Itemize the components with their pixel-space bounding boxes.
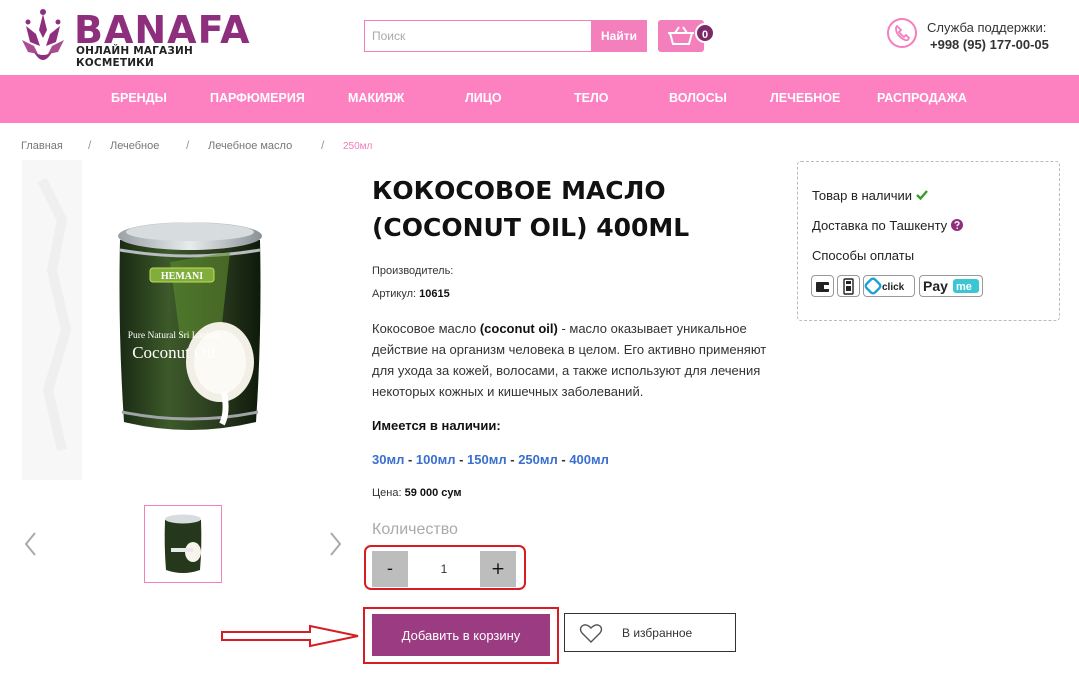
size-option[interactable]: 400мл	[569, 452, 609, 467]
breadcrumb-home[interactable]: Главная	[21, 140, 63, 152]
add-to-cart-button[interactable]: Добавить в корзину	[372, 614, 550, 656]
breadcrumb-separator: /	[186, 138, 190, 152]
nav-item-body[interactable]: ТЕЛО	[574, 91, 608, 105]
quantity-minus-button[interactable]: -	[372, 551, 408, 587]
nav-item-perfume[interactable]: ПАРФЮМЕРИЯ	[210, 91, 305, 105]
size-separator: -	[506, 452, 519, 467]
payme-payment-icon: Pay me	[919, 275, 983, 297]
price-label: Цена:	[372, 487, 402, 499]
nav-item-hair[interactable]: ВОЛОСЫ	[669, 91, 727, 105]
nav-item-makeup[interactable]: МАКИЯЖ	[348, 91, 404, 105]
size-option[interactable]: 150мл	[467, 452, 507, 467]
favorite-label[interactable]: В избранное	[622, 626, 692, 640]
heart-icon	[579, 624, 603, 643]
breadcrumb-separator: /	[321, 138, 325, 152]
image-brand-label: HEMANI	[161, 271, 203, 282]
search-input[interactable]	[364, 20, 591, 52]
payment-methods-label: Способы оплаты	[812, 248, 915, 263]
availability-label: Имеется в наличии:	[372, 418, 501, 433]
image-line2-label: Coconut Oil	[132, 343, 216, 362]
product-description: Кокосовое масло (coconut oil) - масло ок…	[372, 318, 792, 402]
quantity-plus-button[interactable]: +	[480, 551, 516, 587]
support-phone[interactable]: +998 (95) 177-00-05	[930, 37, 1049, 52]
payme-label-me: me	[956, 281, 972, 293]
product-main-image[interactable]: HEMANI Pure Natural Sri Lankan Coconut O…	[110, 212, 270, 442]
delivery-row: Доставка по Ташкенту	[812, 218, 963, 233]
gallery-prev-arrow[interactable]	[20, 528, 40, 560]
click-payment-icon: click	[863, 275, 915, 297]
in-stock-row: Товар в наличии	[812, 188, 928, 203]
logo[interactable]: BANAFA ОНЛАЙН МАГАЗИН КОСМЕТИКИ	[20, 8, 270, 69]
search-form: Найти	[364, 20, 647, 52]
nav-item-face[interactable]: ЛИЦО	[465, 91, 502, 105]
crown-icon	[22, 9, 64, 60]
size-separator: -	[557, 452, 570, 467]
breadcrumb-separator: /	[88, 138, 92, 152]
red-arrow-icon	[221, 624, 359, 648]
size-separator: -	[455, 452, 468, 467]
price-value: 59 000 сум	[404, 487, 462, 499]
gallery-thumbnail[interactable]	[144, 505, 222, 583]
price-row: Цена: 59 000 сум	[372, 487, 462, 499]
gallery-next-arrow[interactable]	[326, 528, 346, 560]
article-value: 10615	[419, 288, 450, 300]
support-label: Служба поддержки:	[927, 20, 1047, 35]
cart-count-badge: 0	[695, 23, 715, 43]
quantity-label: Количество	[372, 521, 458, 538]
search-button[interactable]: Найти	[591, 20, 647, 52]
in-stock-label: Товар в наличии	[812, 188, 913, 203]
nav-item-brands[interactable]: БРЕНДЫ	[111, 91, 167, 105]
breadcrumb-current: 250мл	[343, 141, 373, 152]
nav-item-medical[interactable]: ЛЕЧЕБНОЕ	[770, 91, 840, 105]
click-label: click	[882, 282, 905, 293]
image-line1-label: Pure Natural Sri Lankan	[128, 331, 221, 341]
article-row: Артикул: 10615	[372, 288, 450, 300]
size-separator: -	[404, 452, 416, 467]
nav-item-sale[interactable]: РАСПРОДАЖА	[877, 91, 967, 105]
payme-label-pay: Pay	[923, 278, 948, 294]
product-title: КОКОСОВОЕ МАСЛО (COCONUT OIL) 400ML	[372, 176, 690, 242]
check-icon	[915, 190, 928, 201]
phone-icon	[887, 18, 917, 48]
breadcrumb-medical-oil[interactable]: Лечебное масло	[208, 140, 292, 152]
article-label: Артикул:	[372, 288, 417, 300]
size-option[interactable]: 100мл	[416, 452, 456, 467]
description-bold: (coconut oil)	[479, 321, 558, 336]
brand-tagline: ОНЛАЙН МАГАЗИН КОСМЕТИКИ	[76, 45, 194, 69]
size-options: 30мл - 100мл - 150мл - 250мл - 400мл	[372, 452, 609, 467]
main-nav: БРЕНДЫ ПАРФЮМЕРИЯ МАКИЯЖ ЛИЦО ТЕЛО ВОЛОС…	[0, 75, 1079, 123]
pos-terminal-icon	[837, 275, 860, 297]
wallet-icon	[811, 275, 834, 297]
help-icon[interactable]	[950, 219, 963, 231]
quantity-input[interactable]: 1	[408, 551, 480, 587]
size-option[interactable]: 30мл	[372, 452, 404, 467]
delivery-label: Доставка по Ташкенту	[812, 218, 948, 233]
size-option[interactable]: 250мл	[518, 452, 558, 467]
description-prefix: Кокосовое масло	[372, 321, 480, 336]
manufacturer-label: Производитель:	[372, 265, 454, 277]
breadcrumb-medical[interactable]: Лечебное	[110, 140, 159, 152]
